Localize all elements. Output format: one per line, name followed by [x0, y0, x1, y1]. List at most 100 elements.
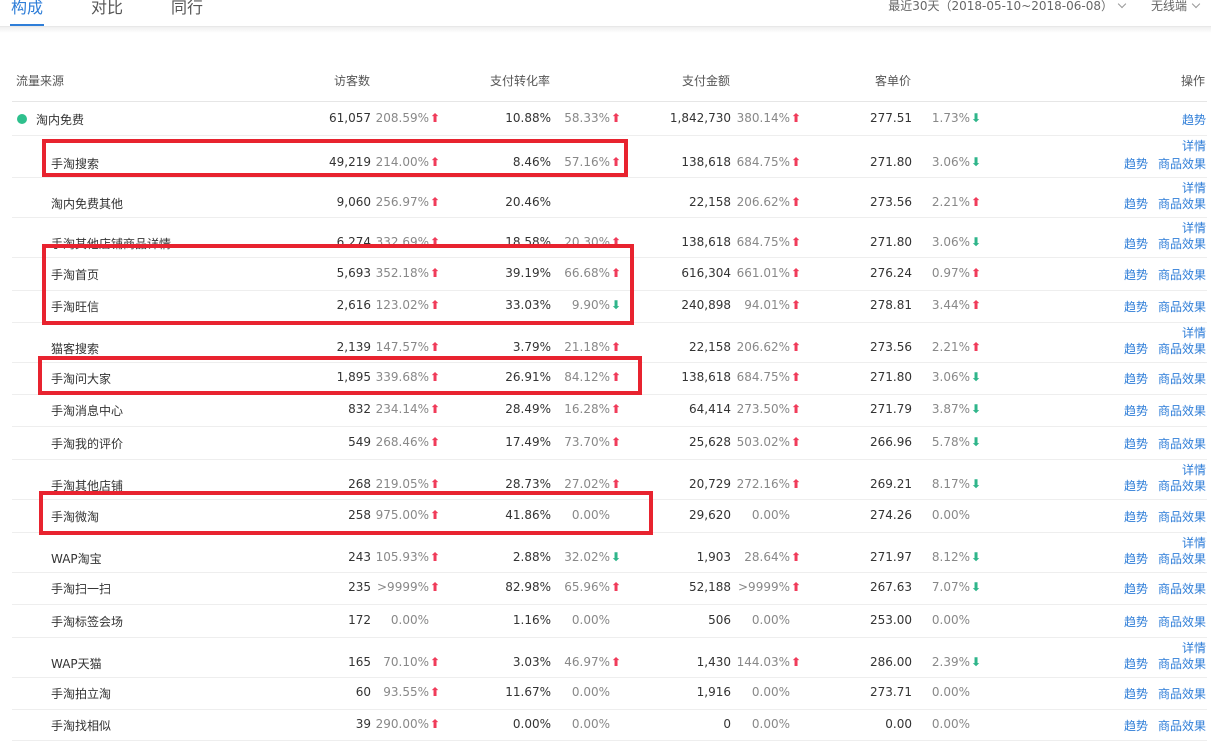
visitors-change: 0.00%	[374, 613, 440, 627]
visitors-change: 256.97%⬆	[374, 195, 440, 209]
trend-link[interactable]: 趋势	[1124, 435, 1148, 452]
trend-link[interactable]: 趋势	[1182, 111, 1206, 128]
trend-link[interactable]: 趋势	[1124, 370, 1148, 387]
conversion-change: 0.00%	[557, 613, 621, 627]
trend-link[interactable]: 趋势	[1124, 717, 1148, 734]
tab-composition[interactable]: 构成	[11, 0, 43, 18]
unit-price-change: 0.00%	[920, 508, 981, 522]
visitors-change: 268.46%⬆	[374, 435, 440, 449]
trend-link[interactable]: 趋势	[1124, 477, 1148, 494]
unit-price-change: 8.12%⬇	[920, 550, 981, 564]
visitors-change-value: 123.02%	[375, 298, 429, 312]
trend-link[interactable]: 趋势	[1124, 298, 1148, 315]
payment-change-value: 272.16%	[736, 477, 790, 491]
product-effect-link[interactable]: 商品效果	[1158, 402, 1206, 419]
payment-change-value: 0.00%	[751, 717, 790, 731]
conversion-value: 1.16%	[512, 613, 551, 627]
table-row: 手淘搜索 49,219 214.00%⬆ 8.46% 57.16%⬆ 138,618 684…	[12, 135, 1207, 178]
arrow-up-icon: ⬆	[791, 655, 802, 669]
tab-compare[interactable]: 对比	[91, 0, 123, 18]
table-row: 手淘找相似 39 290.00%⬆ 0.00% 0.00% 0 0.00% 0.00 0.00%…	[12, 709, 1207, 741]
product-effect-link[interactable]: 商品效果	[1158, 550, 1206, 567]
payment-value: 138,618	[681, 155, 731, 169]
trend-link[interactable]: 趋势	[1124, 550, 1148, 567]
payment-value: 22,158	[689, 195, 731, 209]
trend-link[interactable]: 趋势	[1124, 685, 1148, 702]
visitors-change: 352.18%⬆	[374, 266, 440, 280]
product-effect-link[interactable]: 商品效果	[1158, 340, 1206, 357]
payment-value: 22,158	[689, 340, 731, 354]
detail-link[interactable]: 详情	[1182, 324, 1206, 341]
trend-link[interactable]: 趋势	[1124, 655, 1148, 672]
product-effect-link[interactable]: 商品效果	[1158, 685, 1206, 702]
visitors-value: 60	[355, 685, 371, 699]
unit-price-value: 271.80	[870, 235, 912, 249]
conversion-value: 18.58%	[505, 235, 551, 249]
trend-link[interactable]: 趋势	[1124, 266, 1148, 283]
detail-link[interactable]: 详情	[1182, 219, 1206, 236]
unit-price-change: 1.73%⬇	[920, 111, 981, 125]
unit-price-change-value: 8.12%	[931, 550, 970, 564]
arrow-down-icon: ⬇	[971, 435, 982, 449]
visitors-value: 2,616	[336, 298, 371, 312]
product-effect-link[interactable]: 商品效果	[1158, 266, 1206, 283]
arrow-up-icon: ⬆	[791, 477, 802, 491]
tab-peers[interactable]: 同行	[171, 0, 203, 18]
detail-link[interactable]: 详情	[1182, 534, 1206, 551]
conversion-value: 82.98%	[505, 580, 551, 594]
product-effect-link[interactable]: 商品效果	[1158, 435, 1206, 452]
product-effect-link[interactable]: 商品效果	[1158, 613, 1206, 630]
visitors-change-value: 105.93%	[375, 550, 429, 564]
detail-link[interactable]: 详情	[1182, 137, 1206, 154]
payment-change: 684.75%⬆	[734, 370, 801, 384]
product-effect-link[interactable]: 商品效果	[1158, 235, 1206, 252]
visitors-value: 172	[348, 613, 371, 627]
unit-price-change: 8.17%⬇	[920, 477, 981, 491]
product-effect-link[interactable]: 商品效果	[1158, 655, 1206, 672]
conversion-change-value: 57.16%	[564, 155, 610, 169]
conversion-change-value: 58.33%	[564, 111, 610, 125]
visitors-change: 123.02%⬆	[374, 298, 440, 312]
detail-link[interactable]: 详情	[1182, 461, 1206, 478]
arrow-up-icon: ⬆	[791, 340, 802, 354]
product-effect-link[interactable]: 商品效果	[1158, 580, 1206, 597]
trend-link[interactable]: 趋势	[1124, 340, 1148, 357]
payment-value: 1,903	[696, 550, 731, 564]
unit-price-value: 253.00	[870, 613, 912, 627]
product-effect-link[interactable]: 商品效果	[1158, 155, 1206, 172]
trend-link[interactable]: 趋势	[1124, 155, 1148, 172]
table-row: 手淘其他店铺商品详情 6,274 332.69%⬆ 18.58% 20.30%⬆ 138,…	[12, 217, 1207, 258]
visitors-value: 243	[348, 550, 371, 564]
product-effect-link[interactable]: 商品效果	[1158, 298, 1206, 315]
detail-link[interactable]: 详情	[1182, 639, 1206, 656]
conversion-value: 41.86%	[505, 508, 551, 522]
conversion-value: 33.03%	[505, 298, 551, 312]
trend-link[interactable]: 趋势	[1124, 235, 1148, 252]
unit-price-change-value: 3.44%	[931, 298, 970, 312]
trend-link[interactable]: 趋势	[1124, 195, 1148, 212]
product-effect-link[interactable]: 商品效果	[1158, 477, 1206, 494]
trend-link[interactable]: 趋势	[1124, 508, 1148, 525]
arrow-up-icon: ⬆	[611, 266, 622, 280]
table-row: 手淘其他店铺 268 219.05%⬆ 28.73% 27.02%⬆ 20,729 272.…	[12, 459, 1207, 500]
arrow-down-icon: ⬇	[971, 235, 982, 249]
unit-price-change-value: 7.07%	[931, 580, 970, 594]
detail-link[interactable]: 详情	[1182, 179, 1206, 196]
payment-change-value: 28.64%	[744, 550, 790, 564]
arrow-up-icon: ⬆	[430, 111, 441, 125]
product-effect-link[interactable]: 商品效果	[1158, 508, 1206, 525]
trend-link[interactable]: 趋势	[1124, 580, 1148, 597]
payment-value: 1,842,730	[669, 111, 731, 125]
product-effect-link[interactable]: 商品效果	[1158, 195, 1206, 212]
product-effect-link[interactable]: 商品效果	[1158, 370, 1206, 387]
device-selector[interactable]: 无线端	[1151, 0, 1201, 14]
product-effect-link[interactable]: 商品效果	[1158, 717, 1206, 734]
trend-link[interactable]: 趋势	[1124, 402, 1148, 419]
arrow-down-icon: ⬇	[971, 111, 982, 125]
date-range-selector[interactable]: 最近30天（2018-05-10~2018-06-08）	[888, 0, 1127, 14]
unit-price-change-value: 3.06%	[931, 235, 970, 249]
conversion-change: 57.16%⬆	[557, 155, 621, 169]
source-name: 手淘找相似	[51, 719, 112, 733]
visitors-change: 208.59%⬆	[374, 111, 440, 125]
trend-link[interactable]: 趋势	[1124, 613, 1148, 630]
